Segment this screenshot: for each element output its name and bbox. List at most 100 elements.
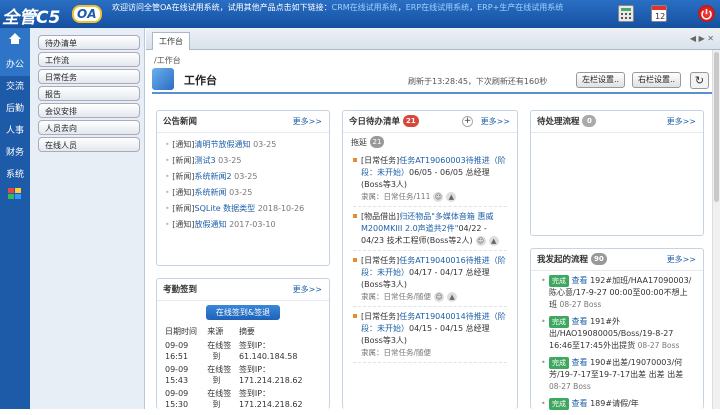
notice-item[interactable]: [通知]系统新闻 03-25	[165, 185, 321, 201]
crm-link[interactable]: CRM在线试用系统	[332, 3, 398, 12]
pending-more-link[interactable]: 更多>>	[667, 111, 696, 133]
notice-item[interactable]: [通知]放假通知 2017-03-10	[165, 217, 321, 233]
list-item[interactable]: 完成 查看 189#请假/年	[539, 396, 695, 413]
attendance-more-link[interactable]: 更多>>	[293, 279, 322, 301]
add-icon[interactable]: +	[462, 116, 473, 127]
col-source: 来源	[207, 327, 224, 336]
nav-hr[interactable]: 人事	[0, 120, 30, 142]
tab-controls[interactable]: ◀ ▶ ✕	[690, 34, 714, 43]
date: 2017-03-10	[229, 220, 276, 229]
meta: 隶属：日常任务/111	[361, 192, 431, 201]
menu-whereabouts[interactable]: 人员去向	[38, 120, 140, 135]
bullet	[353, 158, 357, 162]
nav-logistics[interactable]: 后勤	[0, 98, 30, 120]
summary: 签到IP：	[238, 365, 271, 374]
ip: 171.214.218.62	[238, 400, 303, 409]
my-flows-more-link[interactable]: 更多>>	[667, 249, 696, 271]
workbench-icon	[152, 68, 174, 90]
menu-daily-task[interactable]: 日常任务	[38, 69, 140, 84]
todo-panel: 今日待办清单 21 + 更多>> 拖延 21 [日常任务]任务AT19060003待…	[342, 110, 518, 409]
tag: [通知]	[172, 140, 195, 149]
menu-meeting[interactable]: 会议安排	[38, 103, 140, 118]
welcome-prefix: 欢迎访问全管OA在线试用系统，试用其他产品点击如下链接：	[112, 3, 332, 12]
calendar-icon[interactable]: 12	[651, 5, 667, 22]
notice-link[interactable]: 系统新闻	[195, 188, 227, 197]
erp-link[interactable]: ERP在线试用系统	[406, 3, 469, 12]
notice-item[interactable]: [新闻]测试3 03-25	[165, 153, 321, 169]
date: 09-09	[165, 389, 189, 398]
notice-link[interactable]: 系统新闻2	[195, 172, 232, 181]
menu-report[interactable]: 报告	[38, 86, 140, 101]
view-link[interactable]: 查看	[572, 317, 588, 326]
notice-item[interactable]: [通知]清明节放假通知 03-25	[165, 137, 321, 153]
prev-icon[interactable]: ◀	[690, 34, 696, 43]
checkin-button[interactable]: 在线签到&签退	[205, 305, 281, 320]
nav-system[interactable]: 系统	[0, 164, 30, 186]
tab-bar: 工作台 ◀ ▶ ✕	[146, 28, 720, 50]
tab-delayed[interactable]: 拖延	[351, 138, 367, 147]
tab-workbench[interactable]: 工作台	[152, 32, 190, 50]
close-icon[interactable]: ✕	[707, 34, 714, 43]
logo-oa: OA	[72, 5, 102, 23]
warning-icon[interactable]: ▲	[447, 292, 458, 302]
notice-link[interactable]: 清明节放假通知	[195, 140, 251, 149]
apps-icon[interactable]	[0, 186, 30, 208]
menu-workflow[interactable]: 工作流	[38, 52, 140, 67]
menu-online-users[interactable]: 在线人员	[38, 137, 140, 152]
nav-communication[interactable]: 交流	[0, 76, 30, 98]
attendance-table: 日期时间 来源 摘要 09-09 16:51 在线签 到签到IP： 61.140.184.…	[165, 324, 323, 411]
notice-item[interactable]: [新闻]SQLite 数据类型 2018-10-26	[165, 201, 321, 217]
tag: [新闻]	[172, 204, 195, 213]
nav-office[interactable]: 办公	[0, 54, 30, 76]
summary: 签到IP：	[238, 341, 271, 350]
list-item[interactable]: [日常任务]任务AT19060003待推进（阶段：未开始）06/05 - 06/…	[353, 151, 507, 207]
list-item[interactable]: [日常任务]任务AT19040016待推进（阶段：未开始）04/17 - 04/…	[353, 251, 507, 307]
date: 2018-10-26	[257, 204, 305, 213]
svg-text:12: 12	[655, 12, 665, 21]
notice-link[interactable]: 测试3	[195, 156, 216, 165]
left-column-settings-button[interactable]: 左栏设置..	[576, 72, 626, 88]
calculator-icon[interactable]	[618, 5, 634, 22]
notice-link[interactable]: SQLite 数据类型	[195, 204, 256, 213]
date: 03-25	[218, 156, 242, 165]
warning-icon[interactable]: ▲	[446, 192, 457, 202]
prefix: [日常任务]	[361, 156, 400, 165]
menu-todo-list[interactable]: 待办清单	[38, 35, 140, 50]
sub-menu: 待办清单 工作流 日常任务 报告 会议安排 人员去向 在线人员	[30, 28, 145, 409]
view-link[interactable]: 查看	[572, 399, 588, 408]
power-icon[interactable]	[698, 5, 715, 22]
list-item[interactable]: [物品借出]归还物品"多媒体音箱 惠威M200MKIII 2.0声道共2件"04…	[353, 207, 507, 251]
person-icon[interactable]: ☺	[434, 292, 445, 302]
date: 03-25	[253, 140, 277, 149]
prefix: [物品借出]	[361, 212, 400, 221]
scrollbar-thumb[interactable]	[714, 52, 719, 202]
refresh-icon[interactable]: ↻	[690, 72, 709, 89]
right-column-settings-button[interactable]: 右栏设置..	[632, 72, 682, 88]
list-item[interactable]: 完成 查看 192#加班/HAA17090003/陈心意/17-9-27 00:…	[539, 273, 695, 314]
left-nav: 办公 交流 后勤 人事 财务 系统	[0, 28, 30, 409]
list-item[interactable]: [日常任务]任务AT19040014待推进（阶段：未开始）04/15 - 04/…	[353, 307, 507, 363]
home-icon[interactable]	[0, 28, 30, 54]
erp-production-link[interactable]: ERP+生产在线试用系统	[477, 3, 563, 12]
date: 09-09	[165, 365, 189, 374]
todo-more-link[interactable]: 更多>>	[481, 111, 510, 133]
my-flows-panel: 我发起的流程 90 更多>> 完成 查看 192#加班/HAA17090003/陈…	[530, 248, 704, 410]
notice-link[interactable]: 放假通知	[195, 220, 227, 229]
view-link[interactable]: 查看	[572, 276, 588, 285]
tag: [新闻]	[172, 156, 195, 165]
list-item[interactable]: 完成 查看 190#出差/19070003/何芳/19-7-17至19-7-17…	[539, 355, 695, 396]
person-icon[interactable]: ☺	[433, 192, 444, 202]
notice-item[interactable]: [新闻]系统新闻2 03-25	[165, 169, 321, 185]
person-icon[interactable]: ☺	[475, 236, 486, 246]
warning-icon[interactable]: ▲	[488, 236, 499, 246]
flow-text: 189#请假/年	[590, 399, 639, 408]
scrollbar[interactable]	[712, 50, 720, 409]
view-link[interactable]: 查看	[572, 358, 588, 367]
notice-more-link[interactable]: 更多>>	[293, 111, 322, 133]
tag: [通知]	[172, 188, 195, 197]
list-item[interactable]: 完成 查看 191#外出/HAO19080005/Boss/19-8-27 16…	[539, 314, 695, 355]
table-row: 09-09 16:51 在线签 到 签到IP： 61.140.184.58	[165, 339, 323, 363]
nav-finance[interactable]: 财务	[0, 142, 30, 164]
next-icon[interactable]: ▶	[699, 34, 705, 43]
source2: 到	[212, 352, 221, 361]
